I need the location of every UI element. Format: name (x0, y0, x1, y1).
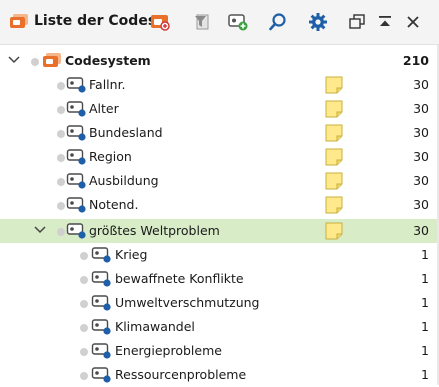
tree-label: Ausbildung (89, 173, 159, 188)
code-count: 1 (421, 343, 429, 358)
code-tag-icon (91, 342, 113, 363)
tree-label: Alter (89, 101, 119, 116)
code-count: 30 (413, 223, 429, 238)
collapse-panel-icon[interactable] (372, 9, 398, 35)
code-count: 1 (421, 295, 429, 310)
status-dot (57, 202, 65, 210)
status-dot (80, 252, 88, 260)
code-tag-icon (66, 172, 88, 193)
new-code-icon[interactable] (225, 9, 251, 35)
code-tag-icon (91, 366, 113, 387)
code-count: 30 (413, 77, 429, 92)
status-dot (80, 372, 88, 380)
close-icon[interactable] (400, 9, 426, 35)
memo-icon[interactable] (325, 100, 343, 121)
code-count: 210 (402, 53, 429, 68)
code-tag-icon (66, 148, 88, 169)
tree-subrow[interactable]: bewaffnete Konflikte 1 (0, 267, 439, 291)
status-dot (31, 58, 39, 66)
tree-label: Umweltverschmutzung (115, 295, 260, 310)
status-dot (57, 130, 65, 138)
code-tag-icon (66, 196, 88, 217)
code-tag-icon (66, 76, 88, 97)
status-dot (57, 228, 65, 236)
code-count: 30 (413, 101, 429, 116)
status-dot (80, 276, 88, 284)
code-list-icon (9, 13, 29, 32)
tree-subrow[interactable]: Ressourcenprobleme 1 (0, 363, 439, 387)
code-count: 1 (421, 271, 429, 286)
tree-label: Bundesland (89, 125, 163, 140)
memo-icon[interactable] (325, 196, 343, 217)
code-count: 1 (421, 367, 429, 382)
status-dot (57, 82, 65, 90)
code-count: 30 (413, 197, 429, 212)
tree-row[interactable]: Region 30 (0, 145, 439, 169)
memo-icon[interactable] (325, 222, 343, 243)
header-divider (0, 44, 439, 45)
tree-row[interactable]: Notend. 30 (0, 193, 439, 217)
tree-label: Fallnr. (89, 77, 126, 92)
undock-window-icon[interactable] (344, 9, 370, 35)
memo-icon[interactable] (325, 124, 343, 145)
tree-subrow[interactable]: Klimawandel 1 (0, 315, 439, 339)
tree-row[interactable]: Ausbildung 30 (0, 169, 439, 193)
memo-icon[interactable] (325, 148, 343, 169)
status-dot (80, 324, 88, 332)
tree-label: Notend. (89, 197, 139, 212)
tree-row-selected[interactable]: größtes Weltproblem 30 (0, 219, 439, 243)
panel-title: Liste der Codes (34, 13, 157, 29)
code-tag-icon (66, 100, 88, 121)
tree-row[interactable]: Bundesland 30 (0, 121, 439, 145)
status-dot (57, 178, 65, 186)
tree-subrow[interactable]: Umweltverschmutzung 1 (0, 291, 439, 315)
code-count: 1 (421, 247, 429, 262)
memo-icon[interactable] (325, 76, 343, 97)
settings-gear-icon[interactable] (305, 9, 331, 35)
tree-label: größtes Weltproblem (89, 223, 220, 238)
tree-row[interactable]: Alter 30 (0, 97, 439, 121)
tree-label: Energieprobleme (115, 343, 222, 358)
code-count: 1 (421, 319, 429, 334)
code-system-icon[interactable] (147, 9, 173, 35)
search-icon[interactable] (265, 9, 291, 35)
tree-label: Ressourcenprobleme (115, 367, 247, 382)
filter-icon[interactable] (189, 9, 215, 35)
tree-row[interactable]: Fallnr. 30 (0, 73, 439, 97)
status-dot (80, 300, 88, 308)
panel-header: Liste der Codes (0, 0, 439, 44)
tree-subrow[interactable]: Energieprobleme 1 (0, 339, 439, 363)
tree-label: Krieg (115, 247, 148, 262)
tree-label: bewaffnete Konflikte (115, 271, 244, 286)
code-tag-icon (91, 294, 113, 315)
status-dot (57, 106, 65, 114)
code-count: 30 (413, 173, 429, 188)
code-count: 30 (413, 125, 429, 140)
code-tag-icon (91, 246, 113, 267)
code-tag-icon (66, 222, 88, 243)
tree-label: Region (89, 149, 132, 164)
chevron-down-icon[interactable] (32, 222, 48, 238)
tree-row-root[interactable]: Codesystem 210 (0, 49, 439, 73)
code-tag-icon (91, 270, 113, 291)
code-tag-icon (91, 318, 113, 339)
memo-icon[interactable] (325, 172, 343, 193)
code-count: 30 (413, 149, 429, 164)
status-dot (80, 348, 88, 356)
tree-label: Klimawandel (115, 319, 195, 334)
status-dot (57, 154, 65, 162)
chevron-down-icon[interactable] (6, 52, 22, 68)
tree-subrow[interactable]: Krieg 1 (0, 243, 439, 267)
code-tag-icon (66, 124, 88, 145)
code-system-icon (42, 52, 62, 71)
tree-label-root: Codesystem (65, 53, 151, 68)
